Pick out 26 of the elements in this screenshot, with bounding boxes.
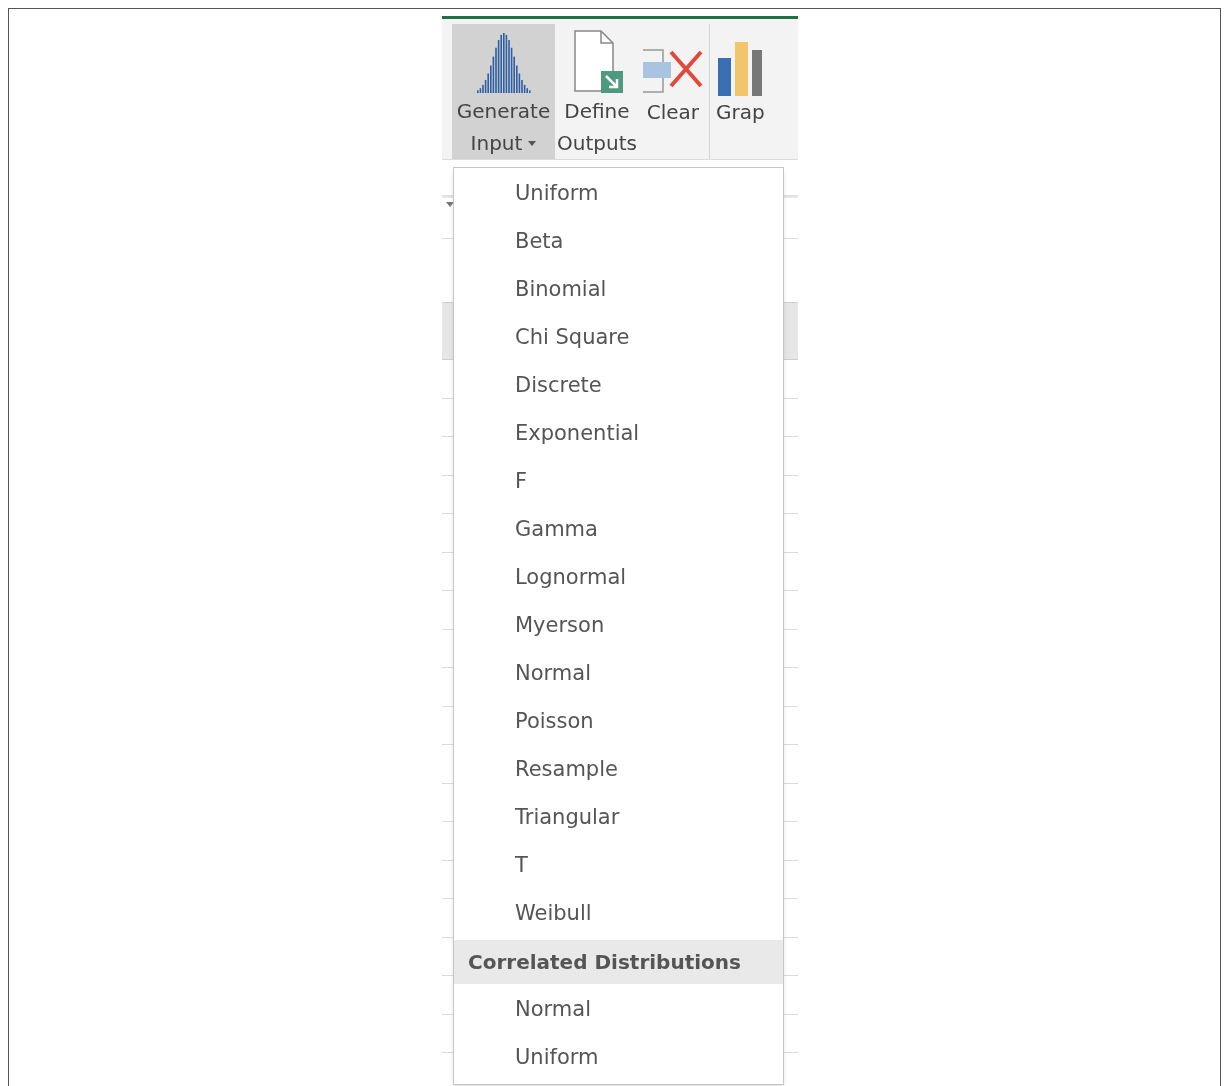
menu-item[interactable]: T [454, 842, 783, 890]
menu-item[interactable]: Lognormal [454, 554, 783, 602]
menu-item[interactable]: Poisson [454, 698, 783, 746]
menu-item[interactable]: Myerson [454, 602, 783, 650]
clear-icon [640, 46, 705, 96]
menu-item[interactable]: Chi Square [454, 314, 783, 362]
ribbon-button[interactable]: Generate Input [452, 24, 555, 159]
menu-item[interactable]: Uniform [454, 170, 783, 218]
ribbon-button[interactable]: Grap [713, 24, 767, 159]
menu-item[interactable]: Gamma [454, 506, 783, 554]
menu-item[interactable]: Normal [454, 650, 783, 698]
menu-item[interactable]: Triangular [454, 794, 783, 842]
menu-item[interactable]: Normal [454, 986, 783, 1034]
menu-item[interactable]: Beta [454, 218, 783, 266]
menu-item[interactable]: Resample [454, 746, 783, 794]
menu-item[interactable]: Binomial [454, 266, 783, 314]
menu-section-header: Correlated Distributions [454, 940, 783, 984]
menu-item[interactable]: Exponential [454, 410, 783, 458]
caret-icon [446, 202, 454, 207]
menu-item[interactable]: Weibull [454, 890, 783, 938]
ribbon-button[interactable]: Clear [638, 24, 707, 159]
menu-item[interactable]: F [454, 458, 783, 506]
menu-item[interactable]: Uniform [454, 1034, 783, 1082]
ribbon-button[interactable]: Define Outputs [555, 24, 639, 159]
bar-chart-icon [718, 40, 763, 96]
menu-item[interactable]: Discrete [454, 362, 783, 410]
